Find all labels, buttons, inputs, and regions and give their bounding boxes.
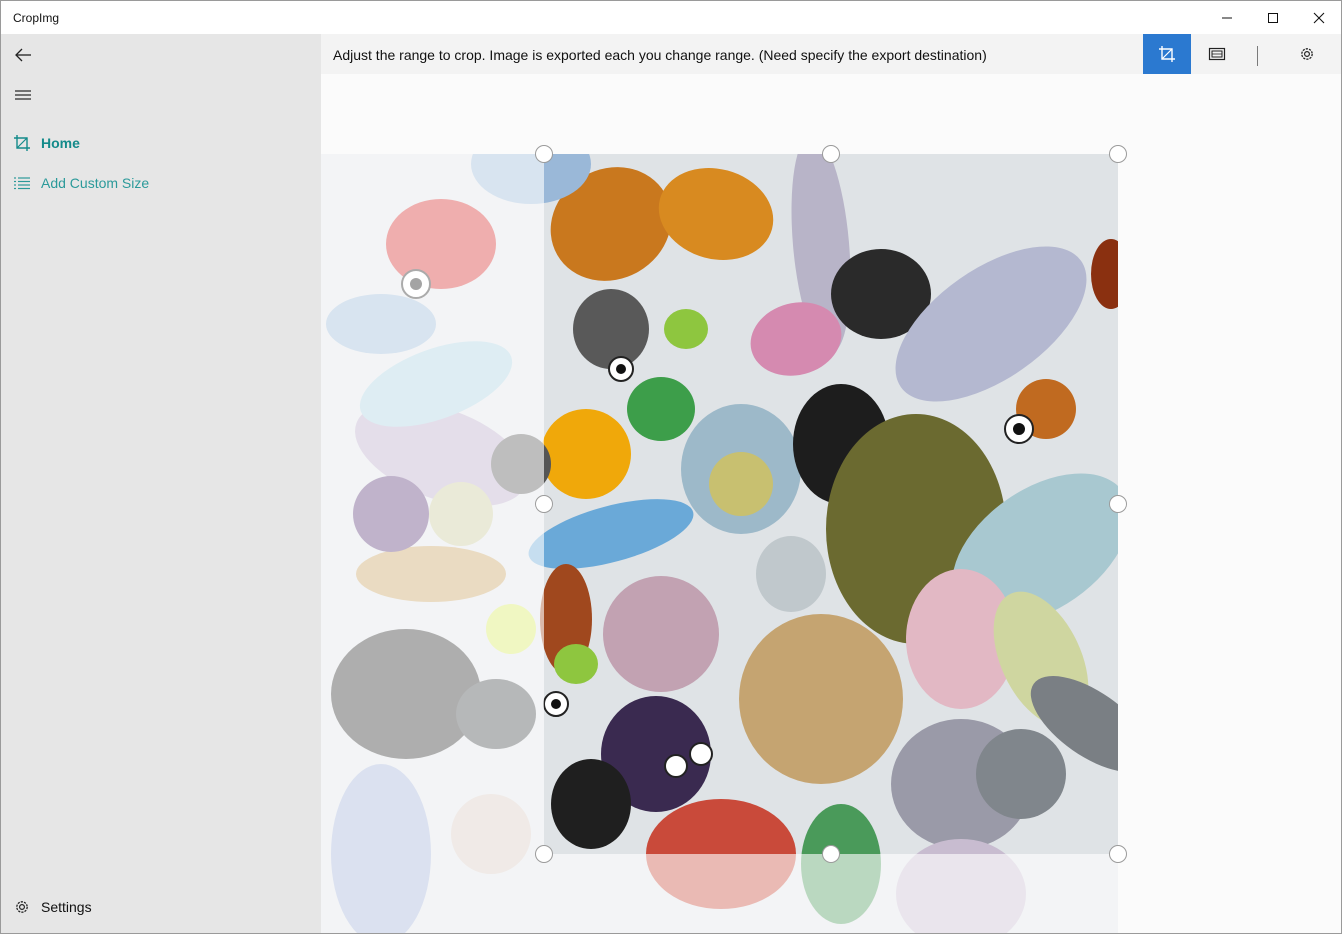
crop-handle-bottom-right[interactable] — [1109, 845, 1127, 863]
settings-button[interactable] — [1283, 34, 1331, 74]
hamburger-menu-button[interactable] — [9, 82, 37, 108]
hamburger-icon — [15, 90, 31, 100]
navigation-pane: Home Add Custom Size Settings — [1, 34, 321, 933]
maximize-button[interactable] — [1250, 1, 1296, 34]
gear-icon — [12, 898, 32, 916]
crop-icon — [12, 134, 32, 152]
minimize-icon — [1222, 17, 1232, 18]
crop-handle-right[interactable] — [1109, 495, 1127, 513]
nav-item-label: Home — [41, 135, 80, 151]
back-button[interactable] — [9, 42, 37, 68]
export-image-icon — [1208, 47, 1226, 61]
crop-icon — [1159, 46, 1175, 62]
instruction-text: Adjust the range to crop. Image is expor… — [333, 47, 987, 63]
crop-handle-top-left[interactable] — [535, 145, 553, 163]
crop-handle-bottom[interactable] — [822, 845, 840, 863]
app-title: CropImg — [13, 11, 60, 25]
minimize-button[interactable] — [1204, 1, 1250, 34]
toolbar-separator — [1257, 46, 1258, 66]
crop-mask-right — [1118, 154, 1341, 933]
list-icon — [12, 174, 32, 192]
app-window: CropImg Home Add Custom Size Settings Ad… — [0, 0, 1342, 934]
nav-item-settings[interactable]: Settings — [1, 887, 321, 927]
crop-handle-top-right[interactable] — [1109, 145, 1127, 163]
nav-item-home[interactable]: Home — [1, 123, 321, 163]
crop-tool-button[interactable] — [1143, 34, 1191, 74]
crop-handle-top[interactable] — [822, 145, 840, 163]
export-button[interactable] — [1193, 34, 1241, 74]
title-bar: CropImg — [1, 1, 1341, 34]
gear-icon — [1301, 48, 1313, 60]
back-arrow-icon — [15, 48, 31, 62]
nav-item-add-custom-size[interactable]: Add Custom Size — [1, 163, 321, 203]
close-button[interactable] — [1296, 1, 1341, 34]
nav-item-label: Settings — [41, 899, 92, 915]
nav-item-label: Add Custom Size — [41, 175, 150, 191]
crop-region[interactable] — [535, 145, 1127, 863]
crop-handle-bottom-left[interactable] — [535, 845, 553, 863]
close-icon — [1313, 12, 1325, 23]
crop-canvas[interactable] — [321, 74, 1341, 933]
maximize-icon — [1268, 12, 1278, 23]
crop-mask-left — [321, 154, 544, 933]
command-bar: Adjust the range to crop. Image is expor… — [321, 34, 1341, 74]
crop-mask-bottom — [544, 854, 1118, 933]
crop-handle-left[interactable] — [535, 495, 553, 513]
